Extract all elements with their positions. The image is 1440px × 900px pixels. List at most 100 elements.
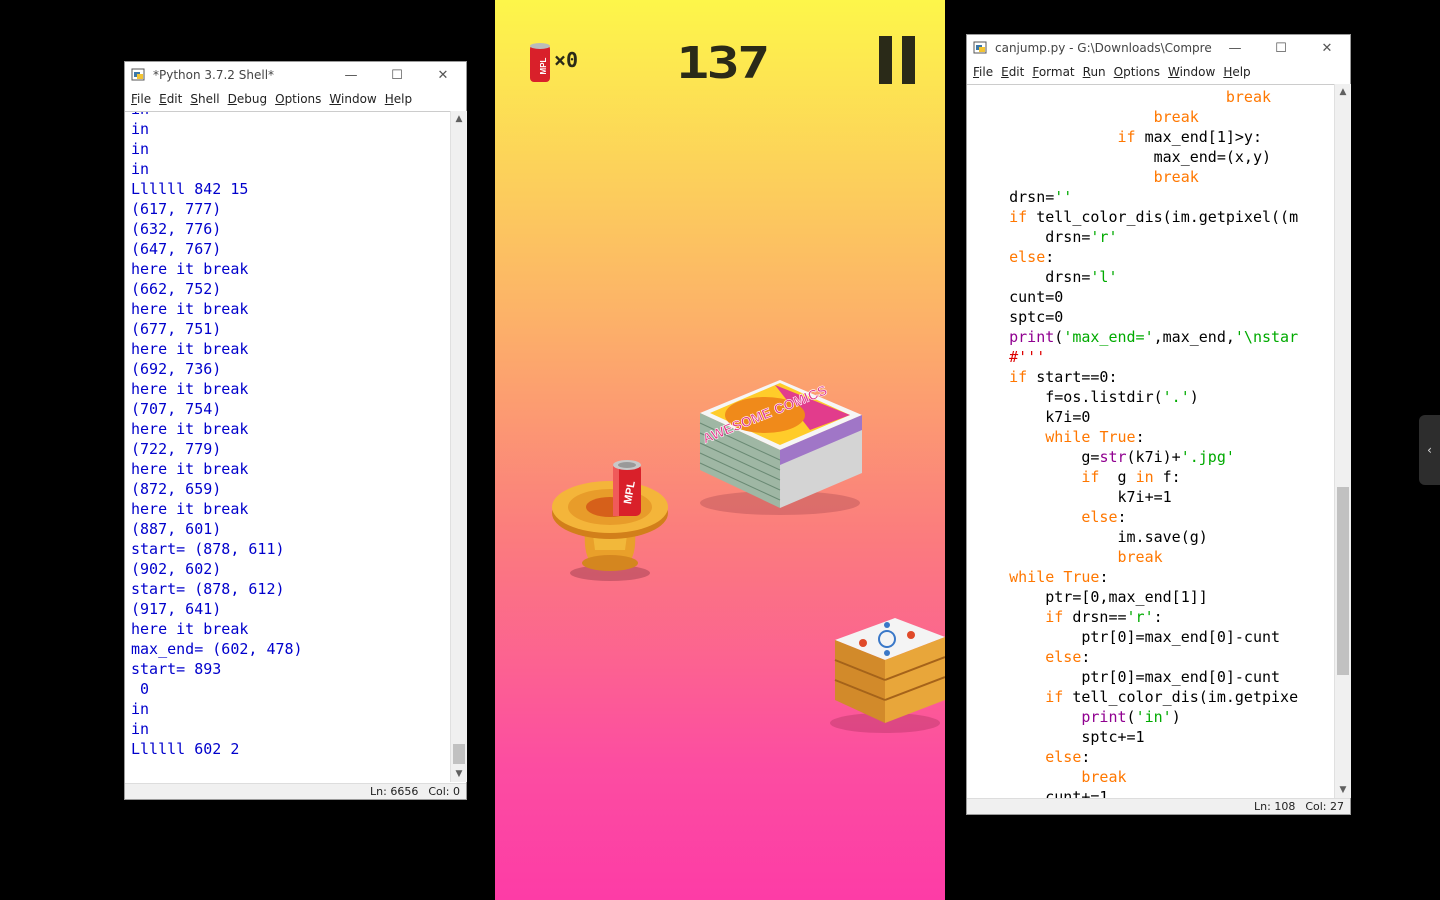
menu-options[interactable]: Options — [1114, 65, 1160, 79]
menu-window[interactable]: Window — [329, 92, 376, 106]
code-line: if tell_color_dis(im.getpixel((m — [1009, 208, 1299, 226]
code-line: drsn='' — [973, 188, 1073, 206]
code-editor[interactable]: break break if max_end[1]>y: max_end=(x,… — [967, 84, 1334, 799]
code-line: break — [1153, 108, 1199, 126]
code-line: im.save(g) — [973, 528, 1208, 546]
shell-title: *Python 3.7.2 Shell* — [153, 68, 275, 82]
code-line: cunt=0 — [973, 288, 1064, 306]
shell-output-line: (902, 602) — [131, 560, 222, 578]
code-line: ptr[0]=max_end[0]-cunt — [973, 668, 1281, 686]
menu-window[interactable]: Window — [1168, 65, 1215, 79]
menu-format[interactable]: Format — [1032, 65, 1074, 79]
code-line: else: — [1045, 748, 1091, 766]
comic-stack-platform: AWESOME COMICS — [700, 380, 862, 515]
edge-panel-tab[interactable]: ‹ — [1419, 415, 1440, 485]
game-screen[interactable]: MPL ×0 137 MPL AWESOME COMICS — [495, 0, 945, 900]
code-line: k7i+=1 — [973, 488, 1172, 506]
shell-output-line: (617, 777) — [131, 200, 222, 218]
maximize-button[interactable]: ☐ — [374, 62, 420, 88]
shell-titlebar[interactable]: *Python 3.7.2 Shell* — ☐ ✕ — [125, 62, 466, 88]
shell-output-line: start= (878, 611) — [131, 540, 285, 558]
editor-menubar: File Edit Format Run Options Window Help — [967, 61, 1350, 83]
scroll-up-arrow[interactable]: ▲ — [451, 111, 467, 127]
menu-help[interactable]: Help — [1223, 65, 1250, 79]
editor-titlebar[interactable]: canjump.py - G:\Downloads\Compress... — … — [967, 35, 1350, 61]
shell-output-line: Llllll 842 15 — [131, 180, 249, 198]
code-line: f=os.listdir('.') — [973, 388, 1199, 406]
shell-output[interactable]: ininininLlllll 842 15(617, 777)(632, 776… — [125, 111, 450, 783]
editor-title: canjump.py - G:\Downloads\Compress... — [995, 41, 1212, 55]
scroll-down-arrow[interactable]: ▼ — [1335, 782, 1351, 798]
shell-output-line: (647, 767) — [131, 240, 222, 258]
crate-table-platform — [830, 618, 945, 733]
minimize-button[interactable]: — — [1212, 35, 1258, 61]
editor-scrollbar[interactable]: ▲ ▼ — [1334, 84, 1351, 798]
shell-output-line: (917, 641) — [131, 600, 222, 618]
can-count: ×0 — [554, 48, 579, 72]
code-line: while True: — [1045, 428, 1145, 446]
shell-output-line: in — [125, 112, 450, 119]
code-line: else: — [1009, 248, 1055, 266]
menu-help[interactable]: Help — [385, 92, 412, 106]
code-line: else: — [1081, 508, 1127, 526]
menu-run[interactable]: Run — [1083, 65, 1106, 79]
shell-output-line: in — [131, 120, 150, 138]
code-line: while True: — [1009, 568, 1109, 586]
shell-output-line: here it break — [131, 460, 249, 478]
code-line: g=str(k7i)+'.jpg' — [973, 448, 1235, 466]
pause-icon — [879, 36, 892, 84]
line-number: Ln: 6656 — [370, 785, 419, 798]
code-line: print('in') — [1081, 708, 1181, 726]
shell-output-line: (677, 751) — [131, 320, 222, 338]
shell-output-line: (662, 752) — [131, 280, 222, 298]
close-button[interactable]: ✕ — [420, 62, 466, 88]
shell-scrollbar[interactable]: ▲ ▼ — [450, 111, 467, 782]
code-line: break — [1081, 768, 1127, 786]
menu-shell[interactable]: Shell — [190, 92, 219, 106]
menu-debug[interactable]: Debug — [228, 92, 267, 106]
menu-edit[interactable]: Edit — [159, 92, 182, 106]
scroll-down-arrow[interactable]: ▼ — [451, 766, 467, 782]
code-line: #''' — [1009, 348, 1046, 366]
pause-button[interactable] — [879, 36, 917, 84]
code-line: ptr[0]=max_end[0]-cunt — [973, 628, 1281, 646]
code-line: break — [1117, 548, 1163, 566]
shell-output-line: (632, 776) — [131, 220, 222, 238]
shell-output-line: here it break — [131, 620, 249, 638]
scroll-thumb[interactable] — [1337, 487, 1349, 675]
code-line: if drsn=='r': — [1045, 608, 1163, 626]
shell-output-line: start= 893 — [131, 660, 222, 678]
code-line: k7i=0 — [973, 408, 1091, 426]
code-line: drsn='l' — [973, 268, 1118, 286]
line-number: Ln: 108 — [1254, 800, 1296, 813]
code-line: max_end=(x,y) — [973, 148, 1272, 166]
shell-output-line: 0 — [131, 680, 150, 698]
shell-output-line: in — [131, 160, 150, 178]
shell-menubar: File Edit Shell Debug Options Window Help — [125, 88, 466, 110]
code-line: break — [1153, 168, 1199, 186]
code-line: break — [1225, 88, 1272, 106]
python-idle-icon — [131, 68, 145, 81]
menu-options[interactable]: Options — [275, 92, 321, 106]
code-line: drsn='r' — [973, 228, 1118, 246]
shell-output-line: Llllll 602 2 — [131, 740, 240, 758]
menu-edit[interactable]: Edit — [1001, 65, 1024, 79]
minimize-button[interactable]: — — [328, 62, 374, 88]
close-button[interactable]: ✕ — [1304, 35, 1350, 61]
shell-output-line: in — [131, 140, 150, 158]
player-can: MPL — [613, 460, 641, 516]
menu-file[interactable]: File — [131, 92, 151, 106]
shell-output-line: (707, 754) — [131, 400, 222, 418]
shell-output-line: (872, 659) — [131, 480, 222, 498]
code-line: if g in f: — [1081, 468, 1181, 486]
maximize-button[interactable]: ☐ — [1258, 35, 1304, 61]
code-line: else: — [1045, 648, 1091, 666]
column-number: Col: 27 — [1305, 800, 1344, 813]
scroll-thumb[interactable] — [453, 744, 465, 764]
shell-output-line: here it break — [131, 380, 249, 398]
menu-file[interactable]: File — [973, 65, 993, 79]
code-line: if tell_color_dis(im.getpixe — [1045, 688, 1299, 706]
shell-output-line: here it break — [131, 300, 249, 318]
code-line: if start==0: — [1009, 368, 1118, 386]
scroll-up-arrow[interactable]: ▲ — [1335, 84, 1351, 100]
